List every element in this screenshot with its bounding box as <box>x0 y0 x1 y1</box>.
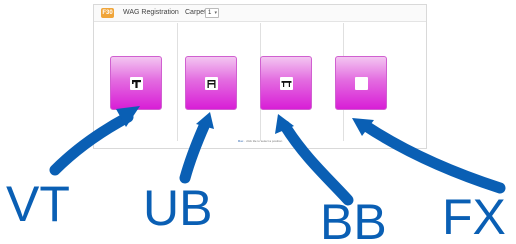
arrow-bb <box>279 120 354 206</box>
label-vt: VT <box>6 176 70 232</box>
label-fx: FX <box>442 189 506 244</box>
label-ub: UB <box>143 180 213 236</box>
label-bb: BB <box>320 194 387 244</box>
arrow-vt <box>49 111 134 176</box>
arrow-fx <box>360 120 506 194</box>
annotation-arrows <box>49 106 506 206</box>
arrow-ub <box>179 118 211 184</box>
